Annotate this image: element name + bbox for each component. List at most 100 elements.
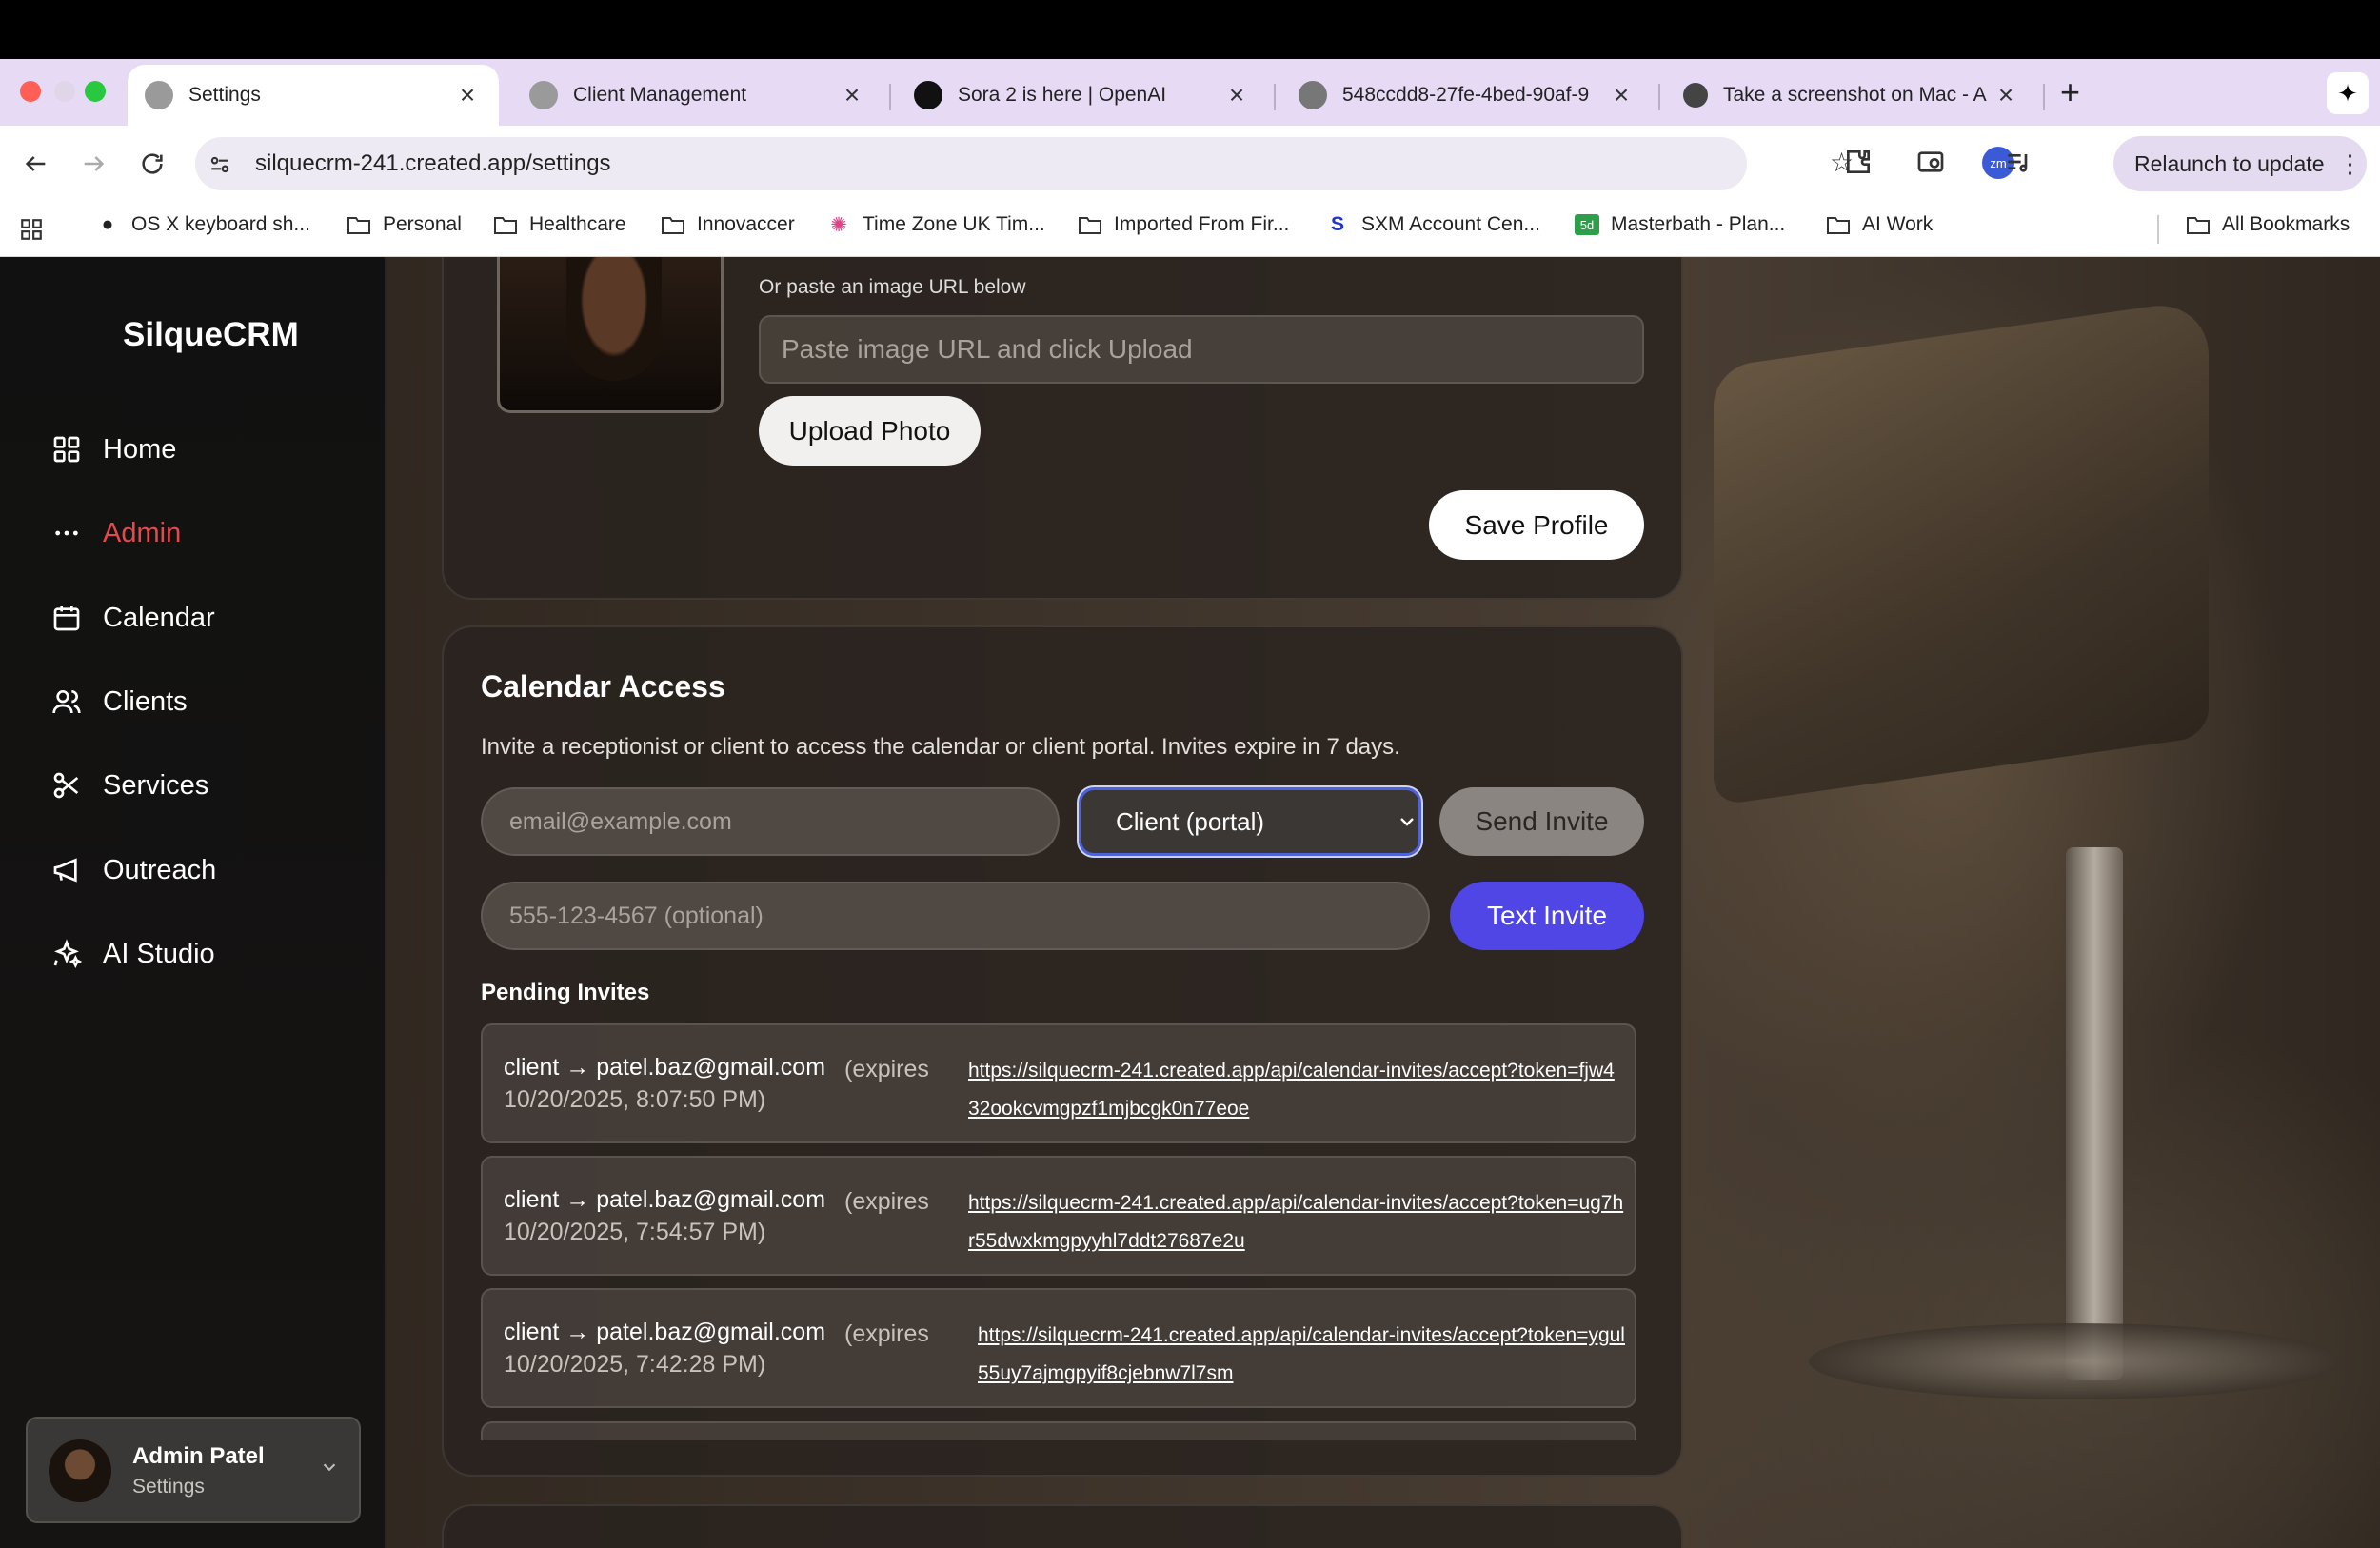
new-tab-icon[interactable]: +	[2060, 72, 2080, 112]
forward-icon[interactable]	[74, 145, 112, 183]
apps-grid-icon[interactable]	[19, 217, 44, 242]
sidebar-item-label: Home	[103, 433, 177, 465]
back-icon[interactable]	[17, 145, 55, 183]
apple-icon: ●	[101, 213, 114, 235]
tab-mac-screenshot[interactable]: Take a screenshot on Mac - A ×	[1666, 65, 2037, 126]
sparkle-icon[interactable]: ✦	[2327, 72, 2369, 114]
close-icon[interactable]: ×	[1222, 80, 1251, 110]
role-selected-value: Client (portal)	[1116, 806, 1265, 836]
paste-url-label: Or paste an image URL below	[759, 276, 1026, 298]
sidebar-item-label: Clients	[103, 685, 188, 717]
invite-row: client → patel.baz@gmail.com (expires 10…	[481, 1023, 1636, 1143]
upload-photo-button[interactable]: Upload Photo	[759, 396, 981, 466]
sidebar-item-label: Calendar	[103, 602, 215, 633]
sidebar-item-label: Outreach	[103, 854, 217, 885]
tab-title: Settings	[188, 84, 261, 106]
user-subtitle: Settings	[132, 1476, 205, 1498]
salon-chair-image	[1714, 298, 2209, 806]
calendar-access-title: Calendar Access	[481, 669, 725, 704]
extensions-icon[interactable]	[1843, 147, 1875, 179]
megaphone-icon	[50, 853, 84, 887]
close-icon[interactable]: ×	[838, 80, 866, 110]
invite-link[interactable]: https://silquecrm-241.created.app/api/ca…	[978, 1317, 1635, 1393]
tab-separator	[889, 84, 891, 110]
save-profile-button[interactable]: Save Profile	[1429, 490, 1644, 560]
reload-icon[interactable]	[133, 145, 171, 183]
timezone-icon: ✺	[830, 213, 847, 236]
sidebar-item-admin[interactable]: Admin	[50, 516, 181, 550]
folder-icon	[2186, 214, 2211, 235]
grid-icon	[50, 432, 84, 466]
invite-role-select[interactable]: Client (portal)	[1079, 787, 1421, 856]
app-logo[interactable]: SilqueCRM	[123, 316, 299, 354]
openai-icon	[1299, 81, 1327, 109]
url-text[interactable]: silquecrm-241.created.app/settings	[255, 150, 611, 177]
media-control-icon[interactable]	[2003, 147, 2033, 177]
bookmark-label: OS X keyboard sh...	[131, 213, 310, 235]
openai-icon	[914, 81, 942, 109]
bookmark-item[interactable]: ● OS X keyboard sh...	[95, 213, 310, 236]
tab-search-icon[interactable]	[1915, 147, 1946, 177]
tab-uuid[interactable]: 548ccdd8-27fe-4bed-90af-9 ×	[1281, 65, 1653, 126]
bookmark-label: Masterbath - Plan...	[1611, 213, 1786, 235]
close-icon[interactable]: ×	[1607, 80, 1636, 110]
close-icon[interactable]: ×	[453, 80, 482, 110]
tab-strip: Settings × Client Management × Sora 2 is…	[0, 59, 2380, 126]
sidebar-item-ai-studio[interactable]: AI Studio	[50, 937, 215, 971]
sidebar-item-services[interactable]: Services	[50, 768, 208, 803]
sidebar-item-clients[interactable]: Clients	[50, 685, 188, 719]
invite-expiry-prefix: (expires	[844, 1056, 929, 1082]
bookmark-label: Time Zone UK Tim...	[863, 213, 1045, 235]
sidebar-item-home[interactable]: Home	[50, 432, 176, 466]
invite-link[interactable]: https://silquecrm-241.created.app/api/ca…	[968, 1184, 1625, 1260]
bookmark-item[interactable]: AI Work	[1826, 213, 1933, 236]
sidebar-item-outreach[interactable]: Outreach	[50, 853, 216, 887]
sidebar-item-label: Admin	[103, 517, 182, 548]
invite-recipient: client → patel.baz@gmail.com	[504, 1186, 826, 1213]
tab-client-management[interactable]: Client Management ×	[512, 65, 883, 126]
masterbath-icon: 5d	[1575, 214, 1599, 235]
send-invite-button[interactable]: Send Invite	[1439, 787, 1644, 856]
bookmark-label: Innovaccer	[697, 213, 795, 235]
bookmark-item[interactable]: Innovaccer	[661, 213, 795, 236]
scissors-icon	[50, 768, 84, 803]
bookmark-item[interactable]: 5d Masterbath - Plan...	[1575, 213, 1785, 236]
kebab-menu-icon[interactable]: ⋮	[2338, 149, 2363, 179]
tab-separator	[1658, 84, 1660, 110]
profile-photo	[497, 257, 724, 413]
bookmark-label: AI Work	[1862, 213, 1934, 235]
bookmark-item[interactable]: ✺ Time Zone UK Tim...	[826, 213, 1045, 236]
sparkles-icon	[50, 937, 84, 971]
invite-row-partial	[481, 1421, 1636, 1440]
tab-openai-sora[interactable]: Sora 2 is here | OpenAI ×	[897, 65, 1268, 126]
relaunch-label: Relaunch to update	[2134, 150, 2325, 176]
invite-link[interactable]: https://silquecrm-241.created.app/api/ca…	[968, 1052, 1625, 1128]
invite-email-input[interactable]	[481, 787, 1060, 856]
relaunch-button[interactable]: Relaunch to update ⋮	[2113, 136, 2367, 191]
sxm-icon: S	[1330, 213, 1344, 235]
bookmark-item[interactable]: Healthcare	[493, 213, 626, 236]
bookmark-item[interactable]: Imported From Fir...	[1078, 213, 1289, 236]
user-menu[interactable]: Admin Patel Settings	[26, 1417, 361, 1523]
sidebar-item-calendar[interactable]: Calendar	[50, 601, 215, 635]
bookmarks-bar: ● OS X keyboard sh... Personal Healthcare…	[0, 202, 2380, 257]
tab-settings[interactable]: Settings ×	[128, 65, 499, 126]
globe-icon	[529, 81, 558, 109]
bookmark-item[interactable]: Personal	[347, 213, 462, 236]
text-invite-button[interactable]: Text Invite	[1450, 882, 1644, 950]
minimize-window-button[interactable]	[54, 81, 75, 102]
zoom-window-button[interactable]	[85, 81, 106, 102]
close-icon[interactable]: ×	[1992, 80, 2020, 110]
next-settings-card	[442, 1504, 1683, 1548]
folder-icon	[1826, 214, 1851, 235]
all-bookmarks[interactable]: All Bookmarks	[2186, 213, 2350, 236]
calendar-access-description: Invite a receptionist or client to acces…	[481, 734, 1400, 760]
folder-icon	[661, 214, 685, 235]
site-info-icon[interactable]	[208, 152, 232, 177]
invite-phone-input[interactable]	[481, 882, 1430, 950]
close-window-button[interactable]	[20, 81, 41, 102]
bookmark-label: All Bookmarks	[2222, 213, 2350, 235]
bookmark-item[interactable]: S SXM Account Cen...	[1325, 213, 1540, 236]
tab-separator	[1274, 84, 1276, 110]
image-url-input[interactable]	[759, 315, 1644, 384]
